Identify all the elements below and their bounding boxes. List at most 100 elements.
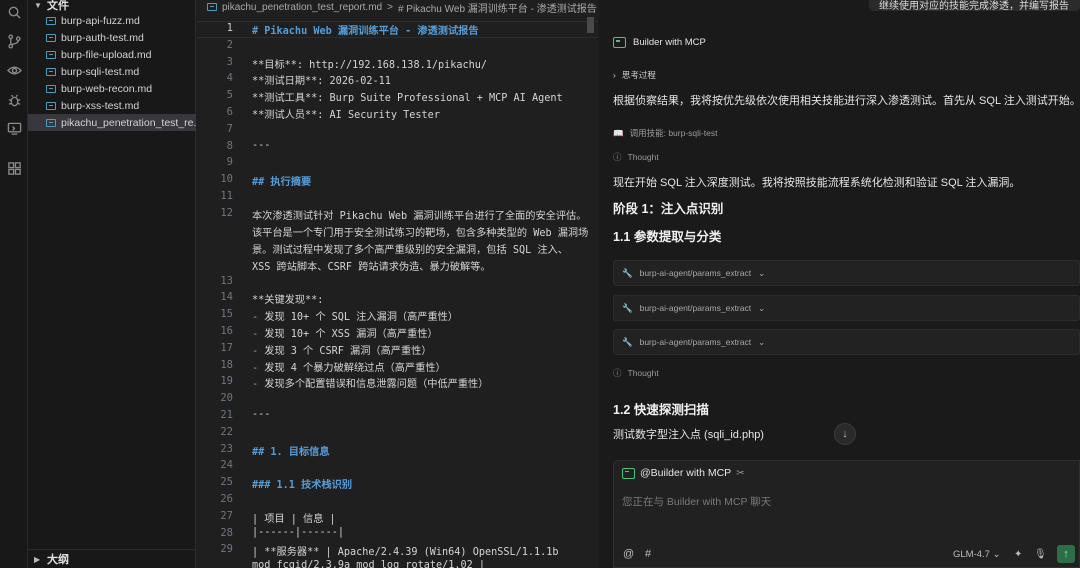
code-line[interactable]: --- xyxy=(252,409,592,420)
code-line[interactable]: **测试工具**: Burp Suite Professional + MCP … xyxy=(252,89,592,104)
code-line[interactable]: **测试日期**: 2026-02-11 xyxy=(252,72,592,87)
file-item[interactable]: burp-auth-test.md xyxy=(28,29,196,46)
line-number: 5 xyxy=(226,89,233,102)
line-number: 13 xyxy=(220,274,233,287)
mention-button[interactable]: @ xyxy=(623,548,634,560)
tool-call-label: burp-ai-agent/params_extract xyxy=(639,337,752,347)
file-item[interactable]: burp-api-fuzz.md xyxy=(28,12,196,29)
tools-icon[interactable]: ✂ xyxy=(736,468,744,479)
code-line[interactable]: 景。测试过程中发现了多个高严重级别的安全漏洞，包括 SQL 注入、 xyxy=(252,241,592,256)
thought-label: Thought xyxy=(627,368,659,378)
tool-call-card[interactable]: 🔧 burp-ai-agent/params_extract ⌄ xyxy=(613,295,1080,321)
source-control-icon[interactable] xyxy=(5,32,23,50)
code-line[interactable]: |------|------| xyxy=(252,527,592,538)
file-item[interactable]: burp-file-upload.md xyxy=(28,46,196,63)
eye-icon[interactable] xyxy=(5,61,23,79)
code-line[interactable]: XSS 跨站脚本、CSRF 跨站请求伪造、暴力破解等。 xyxy=(252,258,592,273)
line-number: 29 xyxy=(220,543,233,556)
hashtag-button[interactable]: # xyxy=(645,548,651,560)
chevron-down-icon: ⌄ xyxy=(758,336,766,347)
composer-mention: @Builder with MCP ✂ xyxy=(622,466,745,480)
code-line[interactable]: | 项目 | 信息 | xyxy=(252,510,592,525)
model-selector[interactable]: GLM-4.7 ⌄ xyxy=(953,549,1001,560)
code-line[interactable]: - 发现 10+ 个 SQL 注入漏洞（高严重性） xyxy=(252,308,592,323)
outline-section-header[interactable]: ▶ 大纲 xyxy=(28,549,196,568)
file-item[interactable]: burp-web-recon.md xyxy=(28,80,196,97)
microphone-icon[interactable]: 🎙 xyxy=(1034,549,1047,560)
code-line[interactable]: **关键发现**: xyxy=(252,291,592,306)
file-name: burp-file-upload.md xyxy=(61,48,152,61)
breadcrumb-file[interactable]: pikachu_penetration_test_report.md xyxy=(222,2,382,13)
remote-explorer-icon[interactable] xyxy=(5,119,23,137)
outline-label: 大纲 xyxy=(47,554,69,566)
chat-input[interactable]: 您正在与 Builder with MCP 聊天 xyxy=(622,494,771,509)
extensions-icon[interactable] xyxy=(5,159,23,177)
markdown-file-icon xyxy=(207,3,217,11)
file-item[interactable]: burp-xss-test.md xyxy=(28,97,196,114)
code-line[interactable]: **测试人员**: AI Security Tester xyxy=(252,106,592,121)
code-line[interactable]: ### 1.1 技术栈识别 xyxy=(252,476,592,491)
thought-label: Thought xyxy=(627,152,659,162)
line-number: 20 xyxy=(220,392,233,405)
mention-label: @Builder with MCP xyxy=(640,467,732,479)
start-text: 现在开始 SQL 注入深度测试。我将按照技能流程系统化检测和验证 SQL 注入漏… xyxy=(613,177,1021,189)
file-explorer: ▼ 文件 burp-api-fuzz.md burp-auth-test.md … xyxy=(28,0,196,568)
search-icon[interactable] xyxy=(5,3,23,21)
sparkle-icon[interactable]: ✦ xyxy=(1014,549,1022,560)
code-line[interactable]: # Pikachu Web 漏洞训练平台 - 渗透测试报告 xyxy=(252,22,592,37)
code-line[interactable]: 该平台是一个专门用于安全测试练习的靶场，包含多种类型的 Web 漏洞场 xyxy=(252,224,592,239)
file-item[interactable]: burp-sqli-test.md xyxy=(28,63,196,80)
section-heading: 1.2 快速探测扫描 xyxy=(613,403,709,417)
code-line[interactable]: **目标**: http://192.168.138.1/pikachu/ xyxy=(252,56,592,71)
code-line[interactable]: - 发现 4 个暴力破解绕过点（高严重性） xyxy=(252,359,592,374)
activity-bar xyxy=(0,0,28,568)
debug-icon[interactable] xyxy=(5,91,23,109)
line-number: 1 xyxy=(226,22,233,34)
line-number: 27 xyxy=(220,509,233,522)
line-number: 28 xyxy=(220,526,233,539)
code-line[interactable]: --- xyxy=(252,140,592,151)
markdown-file-icon xyxy=(46,84,56,93)
line-number: 15 xyxy=(220,308,233,321)
tool-call-label: burp-ai-agent/params_extract xyxy=(639,303,752,313)
send-button[interactable]: ↑ xyxy=(1057,545,1075,563)
code-line[interactable]: - 发现多个配置错误和信息泄露问题（中低严重性） xyxy=(252,375,592,390)
code-line[interactable]: | **服务器** | Apache/2.4.39 (Win64) OpenSS… xyxy=(252,543,592,558)
skill-call[interactable]: 📖 调用技能: burp-sqli-test xyxy=(613,127,717,139)
code-line[interactable]: - 发现 3 个 CSRF 漏洞（高严重性） xyxy=(252,342,592,357)
thought-toggle[interactable]: ⓘ Thought xyxy=(613,367,659,379)
line-number: 17 xyxy=(220,341,233,354)
line-number: 19 xyxy=(220,375,233,388)
markdown-file-icon xyxy=(46,118,56,127)
code-line[interactable]: mod_fcgid/2.3.9a mod_log_rotate/1.02 | xyxy=(252,560,592,568)
chat-panel: 继续使用对应的技能完成渗透，并编写报告 Builder with MCP › 思… xyxy=(599,0,1080,568)
file-item-active[interactable]: pikachu_penetration_test_re... xyxy=(28,114,196,131)
code-line[interactable]: 本次渗透测试针对 Pikachu Web 漏洞训练平台进行了全面的安全评估。 xyxy=(252,207,592,222)
user-message: 继续使用对应的技能完成渗透，并编写报告 xyxy=(869,0,1080,11)
code-line[interactable]: ## 执行摘要 xyxy=(252,173,592,188)
editor-scrollbar[interactable] xyxy=(587,17,594,33)
file-name: burp-sqli-test.md xyxy=(61,65,140,78)
tool-call-card[interactable]: 🔧 burp-ai-agent/params_extract ⌄ xyxy=(613,260,1080,286)
markdown-file-icon xyxy=(46,50,56,59)
line-number: 21 xyxy=(220,409,233,421)
code-line[interactable]: ## 1. 目标信息 xyxy=(252,443,592,458)
file-name: burp-web-recon.md xyxy=(61,82,153,95)
line-number: 10 xyxy=(220,173,233,186)
thinking-toggle[interactable]: › 思考过程 xyxy=(613,69,656,81)
model-name: GLM-4.7 xyxy=(953,549,990,560)
builder-logo-icon xyxy=(613,37,626,48)
line-number: 4 xyxy=(226,72,233,85)
thinking-label: 思考过程 xyxy=(621,70,656,80)
file-name: pikachu_penetration_test_re... xyxy=(61,116,196,129)
thought-toggle[interactable]: ⓘ Thought xyxy=(613,151,659,163)
book-icon: 📖 xyxy=(613,127,624,138)
probe-text: 测试数字型注入点 (sqli_id.php) xyxy=(613,429,764,441)
breadcrumb-separator: > xyxy=(387,1,393,13)
scroll-down-button[interactable]: ↓ xyxy=(834,423,856,445)
tool-call-card[interactable]: 🔧 burp-ai-agent/params_extract ⌄ xyxy=(613,329,1080,355)
breadcrumb-section[interactable]: # Pikachu Web 漏洞训练平台 - 渗透测试报告 xyxy=(398,0,597,15)
line-number: 18 xyxy=(220,358,233,371)
markdown-file-icon xyxy=(46,67,56,76)
code-line[interactable]: - 发现 10+ 个 XSS 漏洞（高严重性） xyxy=(252,325,592,340)
